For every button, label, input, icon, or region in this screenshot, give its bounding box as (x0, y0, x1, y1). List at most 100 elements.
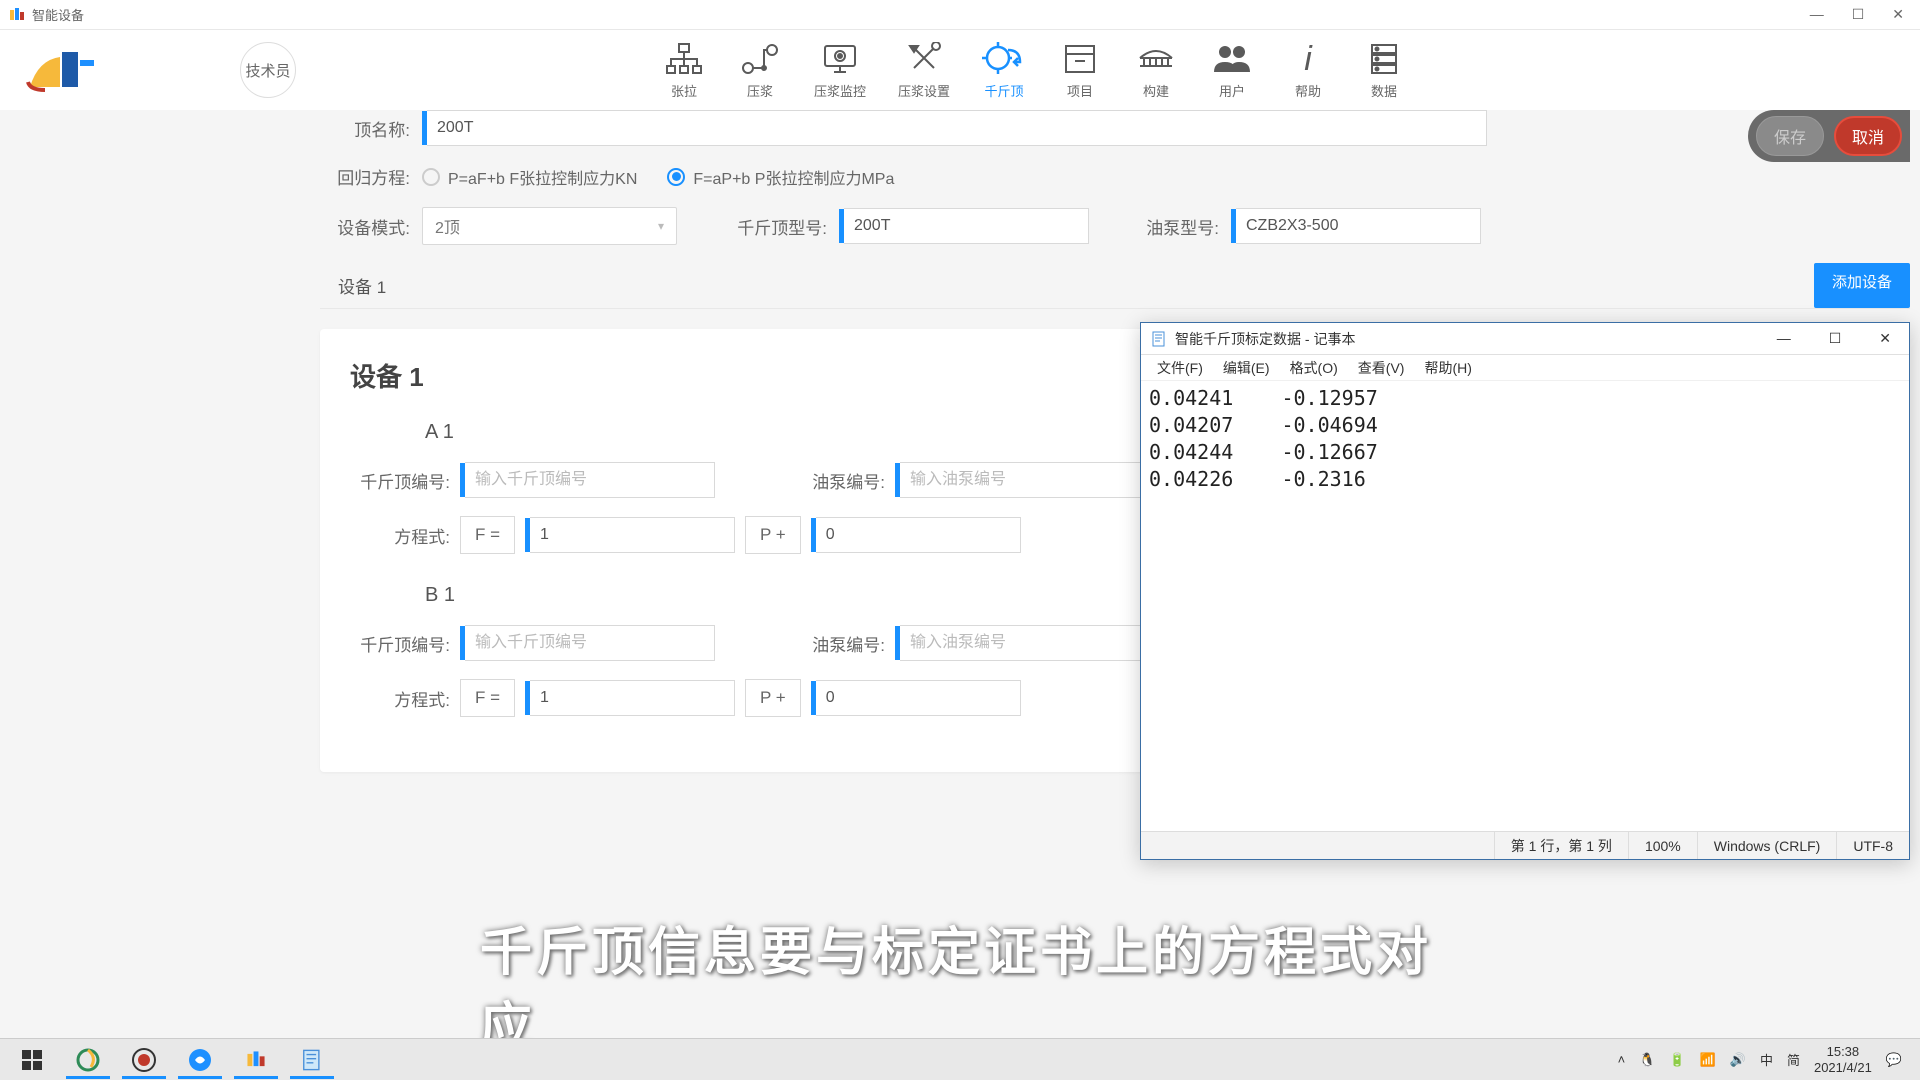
menu-edit[interactable]: 编辑(E) (1213, 356, 1280, 380)
pump-model-input[interactable] (1236, 208, 1481, 244)
notepad-menubar: 文件(F) 编辑(E) 格式(O) 查看(V) 帮助(H) (1141, 355, 1909, 381)
b1-pump-no-input[interactable] (900, 625, 1150, 661)
p-plus-prefix: P + (745, 516, 801, 554)
app-title: 智能设备 (32, 5, 84, 24)
toolbar-tension[interactable]: 张拉 (656, 37, 712, 104)
tray-battery-icon[interactable]: 🔋 (1669, 1052, 1685, 1068)
toolbar-grout[interactable]: 压浆 (732, 37, 788, 104)
status-encoding: UTF-8 (1836, 832, 1909, 859)
system-tray: ˄ 🐧 🔋 📶 🔊 中 简 15:38 2021/4/21 💬 (1618, 1044, 1916, 1075)
toolbar-data[interactable]: 数据 (1356, 37, 1412, 104)
taskbar-edge[interactable] (60, 1041, 116, 1079)
status-zoom: 100% (1628, 832, 1697, 859)
mode-label: 设备模式: (320, 214, 410, 239)
a1-coef2-input[interactable] (816, 517, 1021, 553)
toolbar-build[interactable]: 构建 (1128, 37, 1184, 104)
regression-label: 回归方程: (320, 164, 410, 189)
b1-jack-no-input[interactable] (465, 625, 715, 661)
window-maximize-icon[interactable]: ☐ (1852, 6, 1865, 23)
mode-select[interactable]: 2顶▾ (422, 207, 677, 245)
main-toolbar: 张拉 压浆 压浆监控 压浆设置 千斤顶 项目 构建 用户 (656, 37, 1412, 104)
b1-coef1-input[interactable] (530, 680, 735, 716)
a1-pump-no-input[interactable] (900, 462, 1150, 498)
role-badge[interactable]: 技术员 (240, 42, 296, 98)
toolbar-project[interactable]: 项目 (1052, 37, 1108, 104)
toolbar-jack[interactable]: 千斤顶 (976, 37, 1032, 104)
tab-device-1[interactable]: 设备 1 (320, 263, 404, 308)
b1-pump-no-label: 油泵编号: (765, 631, 885, 656)
a1-jack-no-label: 千斤顶编号: (350, 468, 450, 493)
window-titlebar: 智能设备 — ☐ ✕ (0, 0, 1920, 30)
f-equals-prefix-b: F = (460, 679, 515, 717)
app-logo (20, 40, 110, 100)
a1-coef1-input[interactable] (530, 517, 735, 553)
jack-name-input[interactable] (427, 110, 1487, 146)
monitor-icon (818, 41, 862, 77)
status-position: 第 1 行，第 1 列 (1494, 832, 1628, 859)
svg-text:i: i (1304, 42, 1313, 76)
taskbar: ˄ 🐧 🔋 📶 🔊 中 简 15:38 2021/4/21 💬 (0, 1038, 1920, 1080)
flow-icon (738, 41, 782, 77)
add-device-button[interactable]: 添加设备 (1814, 263, 1910, 308)
tray-ime2[interactable]: 简 (1787, 1050, 1800, 1069)
taskbar-notepad[interactable] (284, 1041, 340, 1079)
tools-icon (902, 41, 946, 77)
status-line-ending: Windows (CRLF) (1697, 832, 1837, 859)
notepad-titlebar[interactable]: 智能千斤顶标定数据 - 记事本 — ☐ ✕ (1141, 323, 1909, 355)
archive-icon (1058, 41, 1102, 77)
menu-help[interactable]: 帮助(H) (1414, 356, 1481, 380)
app-header: 技术员 张拉 压浆 压浆监控 压浆设置 千斤顶 项目 构建 (0, 30, 1920, 110)
a1-jack-no-input[interactable] (465, 462, 715, 498)
bridge-icon (1134, 41, 1178, 77)
jack-model-input[interactable] (844, 208, 1089, 244)
server-icon (1362, 41, 1406, 77)
tray-ime1[interactable]: 中 (1760, 1050, 1773, 1069)
window-close-icon[interactable]: ✕ (1892, 6, 1904, 23)
toolbar-user[interactable]: 用户 (1204, 37, 1260, 104)
notepad-content[interactable]: 0.04241 -0.12957 0.04207 -0.04694 0.0424… (1141, 381, 1909, 831)
tray-volume-icon[interactable]: 🔊 (1730, 1052, 1746, 1068)
info-icon: i (1286, 41, 1330, 77)
notepad-minimize-icon[interactable]: — (1769, 328, 1799, 349)
start-button[interactable] (4, 1041, 60, 1079)
menu-view[interactable]: 查看(V) (1348, 356, 1415, 380)
b1-equation-label: 方程式: (350, 686, 450, 711)
toolbar-grout-settings[interactable]: 压浆设置 (892, 37, 956, 104)
taskbar-smart-device[interactable] (228, 1041, 284, 1079)
app-icon (8, 6, 26, 24)
notepad-close-icon[interactable]: ✕ (1871, 328, 1899, 349)
tray-wifi-icon[interactable]: 📶 (1700, 1052, 1716, 1068)
chevron-down-icon: ▾ (658, 219, 664, 233)
window-minimize-icon[interactable]: — (1810, 6, 1824, 23)
a1-equation-label: 方程式: (350, 523, 450, 548)
notepad-statusbar: 第 1 行，第 1 列 100% Windows (CRLF) UTF-8 (1141, 831, 1909, 859)
notepad-window: 智能千斤顶标定数据 - 记事本 — ☐ ✕ 文件(F) 编辑(E) 格式(O) … (1140, 322, 1910, 860)
tray-notification-icon[interactable]: 💬 (1886, 1052, 1902, 1068)
p-plus-prefix-b: P + (745, 679, 801, 717)
b1-jack-no-label: 千斤顶编号: (350, 631, 450, 656)
menu-format[interactable]: 格式(O) (1280, 356, 1348, 380)
device-tabs: 设备 1 添加设备 (320, 263, 1910, 309)
jack-icon (982, 41, 1026, 77)
hierarchy-icon (662, 41, 706, 77)
regression-option-1[interactable]: P=aF+b F张拉控制应力KN (422, 165, 637, 189)
f-equals-prefix: F = (460, 516, 515, 554)
b1-coef2-input[interactable] (816, 680, 1021, 716)
jack-model-label: 千斤顶型号: (717, 214, 827, 239)
toolbar-help[interactable]: i 帮助 (1280, 37, 1336, 104)
a1-pump-no-label: 油泵编号: (765, 468, 885, 493)
taskbar-app1[interactable] (172, 1041, 228, 1079)
users-icon (1210, 41, 1254, 77)
pump-model-label: 油泵型号: (1129, 214, 1219, 239)
tray-clock[interactable]: 15:38 2021/4/21 (1814, 1044, 1872, 1075)
tray-qq-icon[interactable]: 🐧 (1639, 1052, 1655, 1068)
notepad-title: 智能千斤顶标定数据 - 记事本 (1175, 329, 1355, 349)
notepad-maximize-icon[interactable]: ☐ (1821, 328, 1850, 349)
taskbar-record[interactable] (116, 1041, 172, 1079)
tray-chevron-up-icon[interactable]: ˄ (1618, 1052, 1626, 1067)
toolbar-grout-monitor[interactable]: 压浆监控 (808, 37, 872, 104)
menu-file[interactable]: 文件(F) (1147, 356, 1213, 380)
notepad-icon (1151, 331, 1167, 347)
device-title: 设备 1 (350, 357, 424, 394)
regression-option-2[interactable]: F=aP+b P张拉控制应力MPa (667, 165, 894, 189)
